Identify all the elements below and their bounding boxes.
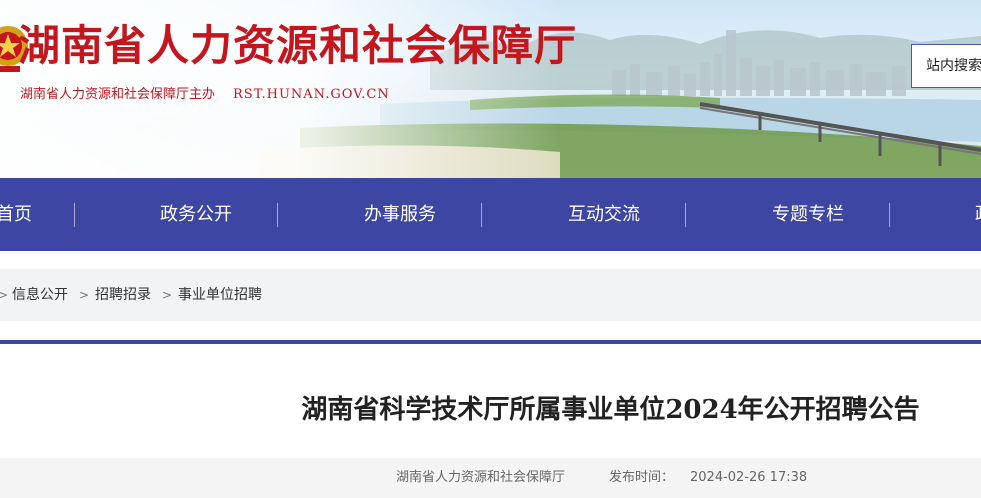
article-published-time: 2024-02-26 17:38 xyxy=(690,470,808,485)
nav-item-interaction[interactable]: 互动交流 xyxy=(568,178,640,251)
nav-item-government-affairs[interactable]: 政务公开 xyxy=(160,178,232,251)
nav-divider xyxy=(889,203,890,227)
breadcrumb-item-recruitment[interactable]: 招聘招录 xyxy=(95,269,151,321)
site-subtitle: 湖南省人力资源和社会保障厅主办 RST.HUNAN.GOV.CN xyxy=(20,86,390,104)
article-title: 湖南省科学技术厅所属事业单位2024年公开招聘公告 xyxy=(301,395,920,425)
breadcrumb: > 信息公开 > 招聘招录 > 事业单位招聘 xyxy=(0,269,981,321)
nav-item-overflow[interactable]: 政 xyxy=(975,178,981,251)
nav-divider xyxy=(74,203,75,227)
site-search-button[interactable]: 站内搜索 xyxy=(911,44,981,88)
main-nav: 首页 政务公开 办事服务 互动交流 专题专栏 政 xyxy=(0,178,981,251)
nav-divider xyxy=(277,203,278,227)
nav-item-services[interactable]: 办事服务 xyxy=(364,178,436,251)
site-sponsor-text: 湖南省人力资源和社会保障厅主办 xyxy=(20,87,216,102)
site-domain-text: RST.HUNAN.GOV.CN xyxy=(233,87,390,102)
nav-item-home[interactable]: 首页 xyxy=(0,178,32,251)
article-published-label: 发布时间： xyxy=(609,470,675,485)
chevron-right-icon: > xyxy=(162,288,173,302)
article-meta: 湖南省人力资源和社会保障厅 发布时间： 2024-02-26 17:38 xyxy=(0,458,981,498)
chevron-right-icon: > xyxy=(0,288,9,302)
nav-divider xyxy=(481,203,482,227)
article-source: 湖南省人力资源和社会保障厅 xyxy=(396,470,566,485)
site-title: 湖南省人力资源和社会保障厅 xyxy=(18,21,578,70)
breadcrumb-item-institution-recruitment[interactable]: 事业单位招聘 xyxy=(178,269,262,321)
breadcrumb-item-info-disclosure[interactable]: 信息公开 xyxy=(12,269,68,321)
chevron-right-icon: > xyxy=(79,288,90,302)
article-top-rule xyxy=(0,340,981,344)
site-banner: 湖南省人力资源和社会保障厅 湖南省人力资源和社会保障厅主办 RST.HUNAN.G… xyxy=(0,0,981,178)
nav-item-special-topics[interactable]: 专题专栏 xyxy=(772,178,844,251)
nav-divider xyxy=(685,203,686,227)
